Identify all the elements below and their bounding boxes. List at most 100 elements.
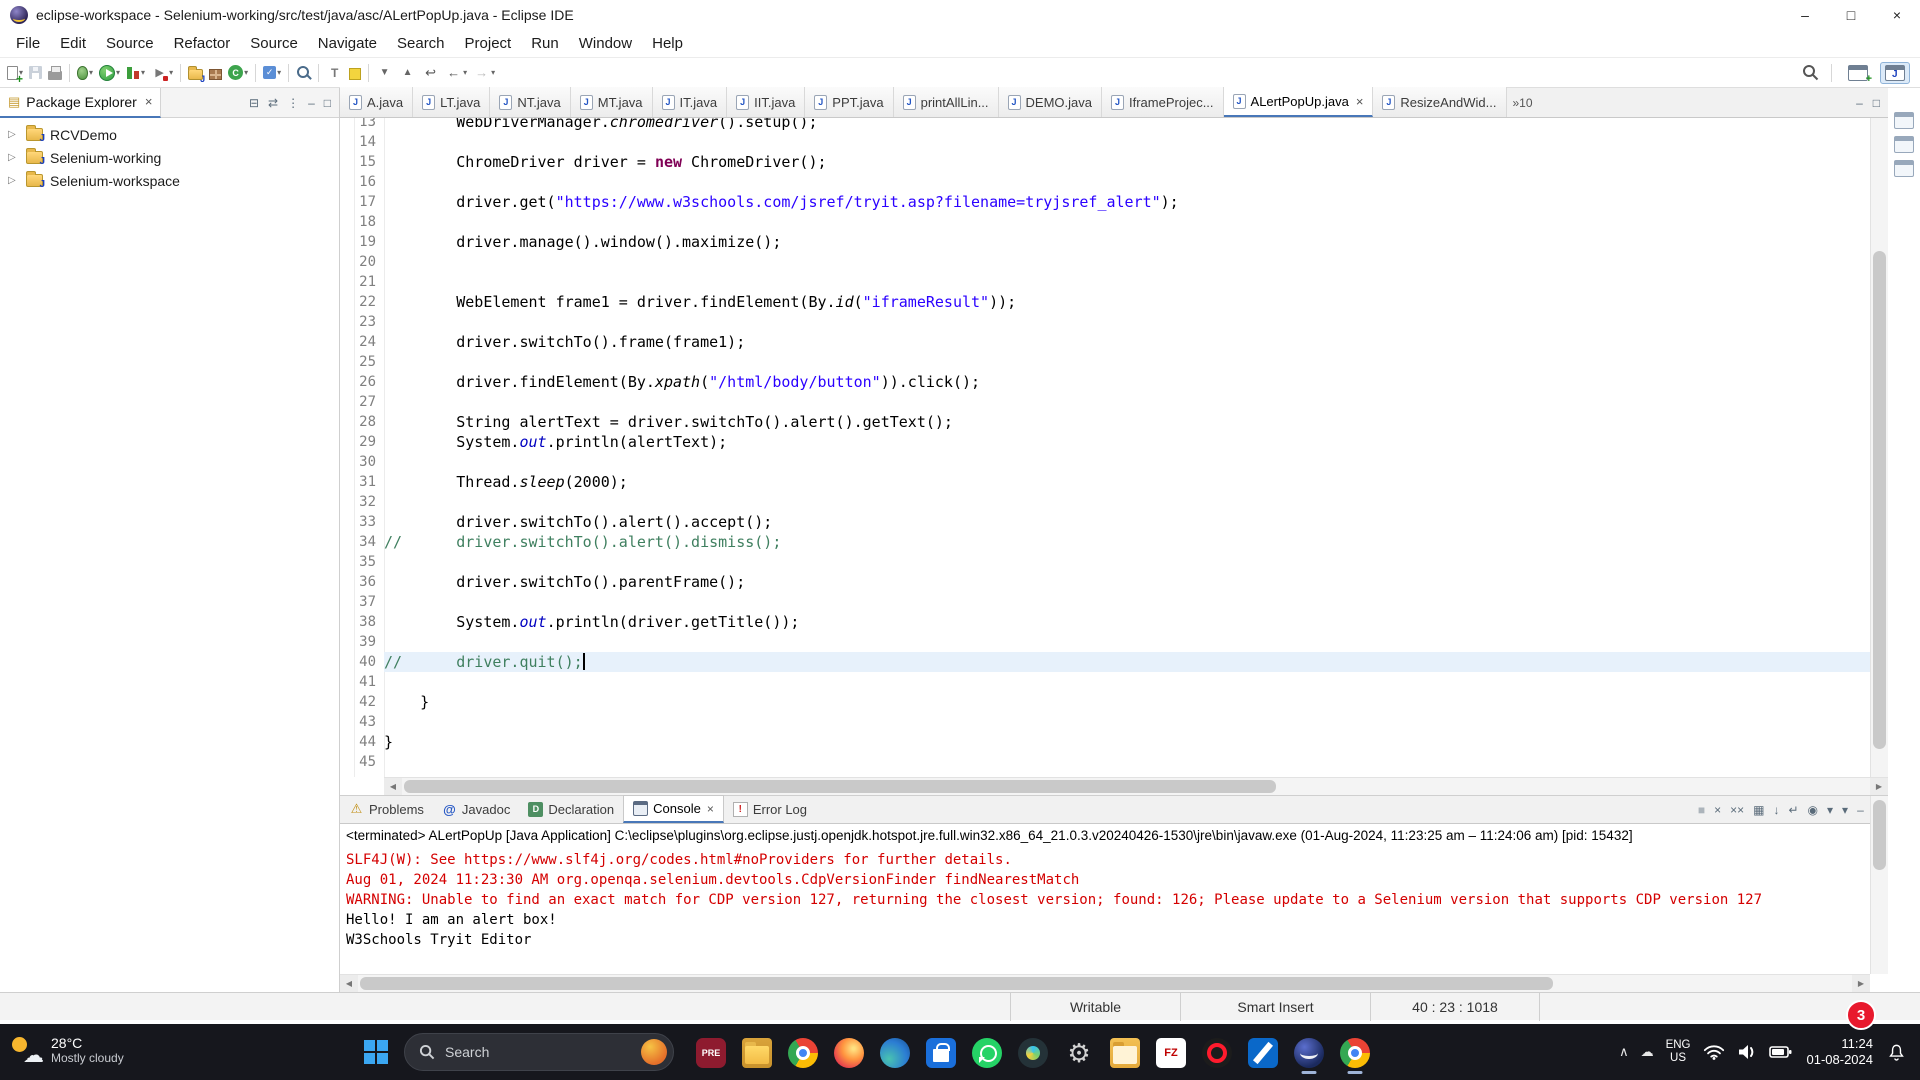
- console-tab-javadoc[interactable]: @Javadoc: [433, 795, 519, 823]
- taskbar-app-android-studio[interactable]: [1010, 1032, 1056, 1074]
- dropdown-caret-icon[interactable]: ▾: [244, 68, 248, 77]
- taskbar-app-settings[interactable]: [1056, 1032, 1102, 1074]
- menu-source[interactable]: Source: [96, 30, 164, 57]
- java-perspective-button[interactable]: [1880, 62, 1910, 84]
- open-type-button[interactable]: T: [323, 61, 346, 85]
- taskbar-app-microsoft-store[interactable]: [918, 1032, 964, 1074]
- taskbar-app-opera[interactable]: [1194, 1032, 1240, 1074]
- menu-run[interactable]: Run: [521, 30, 569, 57]
- horizontal-scroll-thumb[interactable]: [404, 780, 1276, 793]
- console-tab-error-log[interactable]: !Error Log: [724, 795, 816, 823]
- tree-item-selenium-workspace[interactable]: ▷JSelenium-workspace: [0, 169, 339, 192]
- word-wrap-button[interactable]: ↵: [1788, 803, 1798, 817]
- wifi-indicator[interactable]: [1697, 1043, 1731, 1061]
- menu-edit[interactable]: Edit: [50, 30, 96, 57]
- console-horizontal-scrollbar[interactable]: ◀ ▶: [340, 974, 1870, 992]
- coverage-button[interactable]: ▾: [123, 61, 148, 85]
- taskbar-app-chrome-profile[interactable]: [1332, 1032, 1378, 1074]
- expand-chevron-icon[interactable]: ▷: [8, 152, 22, 163]
- editor-tab-iit-java[interactable]: JIIT.java: [727, 87, 805, 117]
- tree-item-rcvdemo[interactable]: ▷JRCVDemo: [0, 123, 339, 146]
- new-java-project-button[interactable]: [185, 61, 206, 85]
- clear-console-button[interactable]: ▦: [1753, 803, 1764, 817]
- taskbar-app-eclipse[interactable]: [1286, 1032, 1332, 1074]
- window-maximize-button[interactable]: □: [1828, 0, 1874, 30]
- dropdown-caret-icon[interactable]: ▾: [141, 68, 145, 77]
- remove-launch-button[interactable]: ×: [1714, 803, 1721, 817]
- code-area[interactable]: 13 WebDriverManager.chromedriver().setup…: [340, 118, 1870, 777]
- console-tab-problems[interactable]: ⚠Problems: [340, 795, 433, 823]
- console-tab-console[interactable]: Console×: [623, 795, 724, 823]
- console-vertical-scrollbar[interactable]: [1870, 796, 1888, 974]
- editor-horizontal-scrollbar[interactable]: ◀ ▶: [384, 777, 1888, 795]
- editor-tab-resizeandwid[interactable]: JResizeAndWid...: [1373, 87, 1506, 117]
- editor-vertical-scrollbar[interactable]: [1870, 118, 1888, 777]
- close-tab-icon[interactable]: ×: [1356, 94, 1364, 109]
- editor-tab-lt-java[interactable]: JLT.java: [413, 87, 490, 117]
- editor-tab-mt-java[interactable]: JMT.java: [571, 87, 653, 117]
- console-output[interactable]: SLF4J(W): See https://www.slf4j.org/code…: [340, 848, 1870, 974]
- next-annotation-button[interactable]: ▼: [373, 61, 396, 85]
- menu-search[interactable]: Search: [387, 30, 455, 57]
- taskbar-app-vscode[interactable]: [1240, 1032, 1286, 1074]
- tab-overflow-indicator[interactable]: »10: [1513, 96, 1533, 110]
- minimize-editor-button[interactable]: –: [1856, 96, 1863, 110]
- taskbar-app-filezilla[interactable]: FZ: [1148, 1032, 1194, 1074]
- close-tab-icon[interactable]: ×: [707, 802, 714, 816]
- open-perspective-button[interactable]: [1844, 63, 1872, 83]
- taskbar-app-folder[interactable]: [1102, 1032, 1148, 1074]
- pin-console-button[interactable]: ◉: [1808, 803, 1818, 817]
- scroll-lock-button[interactable]: ↓: [1773, 803, 1779, 817]
- scroll-right-arrow-icon[interactable]: ▶: [1870, 778, 1888, 795]
- menu-help[interactable]: Help: [642, 30, 693, 57]
- minimize-view-button[interactable]: –: [1857, 803, 1864, 817]
- new-class-button[interactable]: C▾: [225, 61, 251, 85]
- editor-tab-demo-java[interactable]: JDEMO.java: [999, 87, 1102, 117]
- console-tab-declaration[interactable]: DDeclaration: [519, 795, 623, 823]
- onedrive-tray-icon[interactable]: ☁: [1635, 1044, 1660, 1060]
- maximize-editor-button[interactable]: □: [1873, 96, 1880, 110]
- terminate-button[interactable]: ■: [1698, 803, 1705, 817]
- restore-view-a-icon[interactable]: [1894, 112, 1914, 129]
- editor-tab-a-java[interactable]: JA.java: [340, 87, 413, 117]
- menu-window[interactable]: Window: [569, 30, 642, 57]
- mark-occurrences-button[interactable]: [346, 61, 364, 85]
- remove-all-terminated-button[interactable]: ××: [1730, 803, 1744, 817]
- save-button[interactable]: [26, 61, 45, 85]
- scroll-left-arrow-icon[interactable]: ◀: [384, 778, 402, 795]
- print-button[interactable]: [45, 61, 65, 85]
- maximize-view-button[interactable]: □: [324, 96, 331, 110]
- menu-navigate[interactable]: Navigate: [308, 30, 387, 57]
- editor-tab-printalllin[interactable]: JprintAllLin...: [894, 87, 999, 117]
- volume-indicator[interactable]: [1731, 1043, 1763, 1061]
- open-search-button[interactable]: [293, 61, 314, 85]
- run-external-tools-button[interactable]: ▶▾: [148, 61, 176, 85]
- new-task-button[interactable]: ✓▾: [260, 61, 284, 85]
- restore-view-b-icon[interactable]: [1894, 136, 1914, 153]
- taskbar-app-premiere[interactable]: PRE: [688, 1032, 734, 1074]
- dropdown-caret-icon[interactable]: ▾: [277, 68, 281, 77]
- last-edit-location-button[interactable]: ↩: [419, 61, 442, 85]
- dropdown-caret-icon[interactable]: ▾: [463, 68, 467, 77]
- view-menu-button[interactable]: ⋮: [287, 96, 299, 110]
- menu-file[interactable]: File: [6, 30, 50, 57]
- window-close-button[interactable]: ×: [1874, 0, 1920, 30]
- link-with-editor-button[interactable]: ⇄: [268, 96, 278, 110]
- debug-button[interactable]: ▾: [74, 61, 96, 85]
- forward-history-button[interactable]: →▾: [470, 61, 498, 85]
- taskbar-search[interactable]: Search: [404, 1033, 674, 1071]
- previous-annotation-button[interactable]: ▲: [396, 61, 419, 85]
- dropdown-caret-icon[interactable]: ▾: [169, 68, 173, 77]
- open-console-button[interactable]: ▾: [1842, 803, 1848, 817]
- dropdown-caret-icon[interactable]: ▾: [116, 68, 120, 77]
- editor-tab-alertpopup-java[interactable]: JALertPopUp.java×: [1224, 87, 1374, 117]
- taskbar-app-firefox[interactable]: [826, 1032, 872, 1074]
- minimize-view-button[interactable]: –: [308, 96, 315, 110]
- expand-chevron-icon[interactable]: ▷: [8, 129, 22, 140]
- vertical-scroll-thumb[interactable]: [1873, 800, 1886, 870]
- vertical-scroll-thumb[interactable]: [1873, 251, 1886, 749]
- package-explorer-tab[interactable]: ▤ Package Explorer ×: [0, 88, 161, 118]
- menu-project[interactable]: Project: [455, 30, 522, 57]
- new-wizard-button[interactable]: ▾: [4, 61, 26, 85]
- expand-chevron-icon[interactable]: ▷: [8, 175, 22, 186]
